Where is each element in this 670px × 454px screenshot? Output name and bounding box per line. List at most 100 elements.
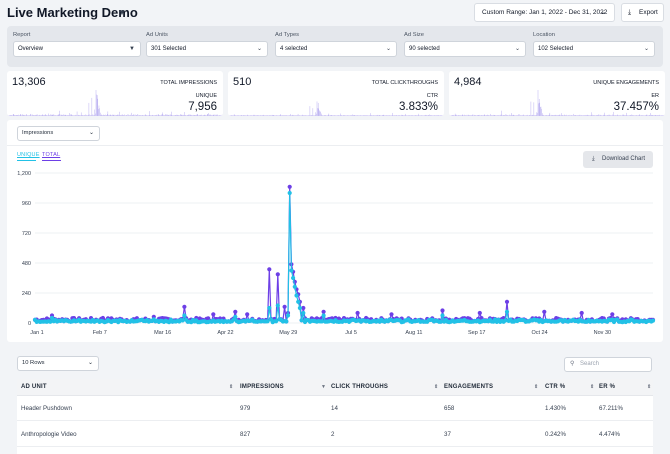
unique-data-point[interactable]: [267, 305, 272, 311]
chart-panel: Impressions ⌄ UNIQUE TOTAL ⤓ Download Ch…: [7, 120, 663, 342]
download-icon: ⤓: [628, 9, 632, 16]
cell-ad-unit: Anthropologie Video: [21, 431, 77, 438]
total-data-point[interactable]: [267, 267, 272, 272]
total-data-point[interactable]: [542, 309, 547, 314]
unique-data-point[interactable]: [321, 313, 326, 318]
unique-data-point[interactable]: [275, 303, 280, 308]
chevron-down-icon[interactable]: ▼: [118, 8, 126, 17]
total-series-line: [34, 186, 653, 323]
total-data-point[interactable]: [287, 184, 292, 189]
cell-ad-unit: Header Pushdown: [21, 405, 72, 412]
impressions-card: 13,306 TOTAL IMPRESSIONS UNIQUE 7,956: [7, 71, 223, 116]
ad-size-value: 90 selected: [409, 46, 440, 52]
column-title: CTR %: [545, 384, 566, 390]
chart-metric-select[interactable]: Impressions ⌄: [17, 126, 100, 141]
header: Live Marketing Demo ▼ Custom Range: Jan …: [0, 0, 670, 26]
caret-down-icon: ▼: [129, 46, 135, 52]
column-header-click-throughs[interactable]: CLICK THROUGHS ⇕: [331, 379, 439, 396]
total-data-point[interactable]: [504, 299, 510, 304]
total-data-point[interactable]: [389, 312, 394, 317]
total-data-point[interactable]: [440, 308, 445, 313]
cell-er: 67.211%: [599, 405, 623, 412]
unique-data-point[interactable]: [294, 293, 299, 298]
unique-data-point[interactable]: [289, 268, 294, 273]
sort-icon: ⇕: [647, 384, 652, 390]
impressions-line-chart[interactable]: 0 240 480 720 960 1,200 Jan 1 Feb 7 Mar 16 Apr 22…: [7, 166, 663, 342]
filter-label: Ad Types: [275, 32, 300, 38]
unique-data-point[interactable]: [287, 190, 292, 196]
search-input[interactable]: ⚲ Search: [564, 357, 652, 372]
unique-data-point[interactable]: [291, 275, 296, 281]
total-data-point[interactable]: [275, 272, 280, 277]
total-data-point[interactable]: [182, 304, 187, 309]
engagements-card: 4,984 UNIQUE ENGAGEMENTS ER 37.457%: [449, 71, 665, 116]
column-header-ad-unit[interactable]: AD UNIT ⇕: [21, 379, 233, 396]
total-data-point[interactable]: [610, 312, 615, 317]
filter-label: Report: [13, 32, 31, 38]
total-data-point[interactable]: [355, 310, 360, 316]
chevron-down-icon: ⌄: [514, 46, 520, 52]
ad-size-select[interactable]: 90 selected ⌄: [404, 41, 526, 57]
legend-total[interactable]: TOTAL: [42, 152, 60, 158]
total-data-point[interactable]: [245, 312, 250, 317]
report-select[interactable]: Overview ▼: [13, 41, 141, 57]
search-icon: ⚲: [570, 361, 575, 367]
filter-label: Location: [533, 32, 555, 38]
unique-data-point[interactable]: [285, 313, 291, 318]
cell-impressions: 827: [240, 431, 251, 438]
rows-per-page-select[interactable]: 10 Rows ⌄: [17, 356, 99, 371]
unique-data-point[interactable]: [296, 299, 301, 304]
y-tick-label: 240: [22, 291, 31, 297]
column-header-er[interactable]: ER % ⇕: [599, 379, 651, 396]
sort-icon: ⇕: [590, 384, 595, 390]
divider: [7, 145, 663, 146]
unique-data-point[interactable]: [284, 319, 289, 324]
cell-ctr: 1.430%: [545, 405, 566, 412]
table-row[interactable]: Header Pushdown 979 14 658 1.430% 67.211…: [17, 396, 653, 421]
date-range-dropdown[interactable]: Custom Range: Jan 1, 2022 - Dec 31, 2022…: [474, 3, 615, 22]
column-header-impressions[interactable]: IMPRESSIONS ▼: [240, 379, 326, 396]
impressions-sparkline: [7, 90, 223, 116]
sort-desc-icon: ▼: [321, 384, 327, 390]
metric-label: TOTAL CLICKTHROUGHS: [371, 80, 438, 86]
x-tick-label: Oct 24: [531, 330, 547, 336]
x-tick-label: Apr 22: [217, 330, 233, 336]
ad-units-select[interactable]: 301 Selected ⌄: [146, 41, 268, 57]
unique-data-point[interactable]: [440, 313, 445, 318]
metric-label: TOTAL IMPRESSIONS: [160, 80, 217, 86]
ad-types-select[interactable]: 4 selected ⌄: [275, 41, 397, 57]
x-tick-label: Jan 1: [30, 330, 43, 336]
ad-units-table: AD UNIT ⇕ IMPRESSIONS ▼ CLICK THROUGHS ⇕…: [17, 379, 653, 454]
legend-unique[interactable]: UNIQUE: [17, 152, 40, 158]
unique-data-point[interactable]: [504, 309, 510, 314]
cell-engagements: 37: [444, 431, 451, 438]
total-data-point[interactable]: [233, 309, 238, 314]
filter-label: Ad Units: [146, 32, 168, 38]
total-data-point[interactable]: [321, 309, 326, 314]
table-row[interactable]: Anthropologie Video 827 2 37 0.242% 4.47…: [17, 422, 653, 447]
unique-data-point[interactable]: [297, 305, 302, 311]
total-data-point[interactable]: [579, 310, 584, 316]
column-header-engagements[interactable]: ENGAGEMENTS ⇕: [444, 379, 539, 396]
x-tick-label: Sep 17: [468, 330, 485, 336]
unique-data-point[interactable]: [301, 310, 306, 316]
unique-data-point[interactable]: [292, 284, 297, 289]
cell-er: 4.474%: [599, 431, 620, 438]
unique-data-point[interactable]: [650, 318, 656, 323]
export-button[interactable]: ⤓ Export: [621, 3, 664, 22]
unique-data-point[interactable]: [233, 314, 238, 319]
total-data-point[interactable]: [477, 310, 482, 316]
location-select[interactable]: 102 Selected ⌄: [533, 41, 655, 57]
column-header-ctr[interactable]: CTR % ⇕: [545, 379, 595, 396]
total-data-point[interactable]: [211, 312, 216, 317]
filter-ad-units: Ad Units 301 Selected ⌄: [146, 32, 268, 57]
cell-ctr: 0.242%: [545, 431, 566, 438]
date-range-label: Custom Range: Jan 1, 2022 - Dec 31, 2022: [482, 9, 608, 16]
location-value: 102 Selected: [538, 46, 574, 52]
column-title: CLICK THROUGHS: [331, 384, 389, 390]
unique-data-point[interactable]: [182, 313, 187, 318]
chart-metric-value: Impressions: [22, 130, 54, 136]
total-data-point[interactable]: [282, 304, 287, 309]
legend-total-underline: [42, 160, 61, 161]
metric-value: 510: [233, 76, 252, 88]
